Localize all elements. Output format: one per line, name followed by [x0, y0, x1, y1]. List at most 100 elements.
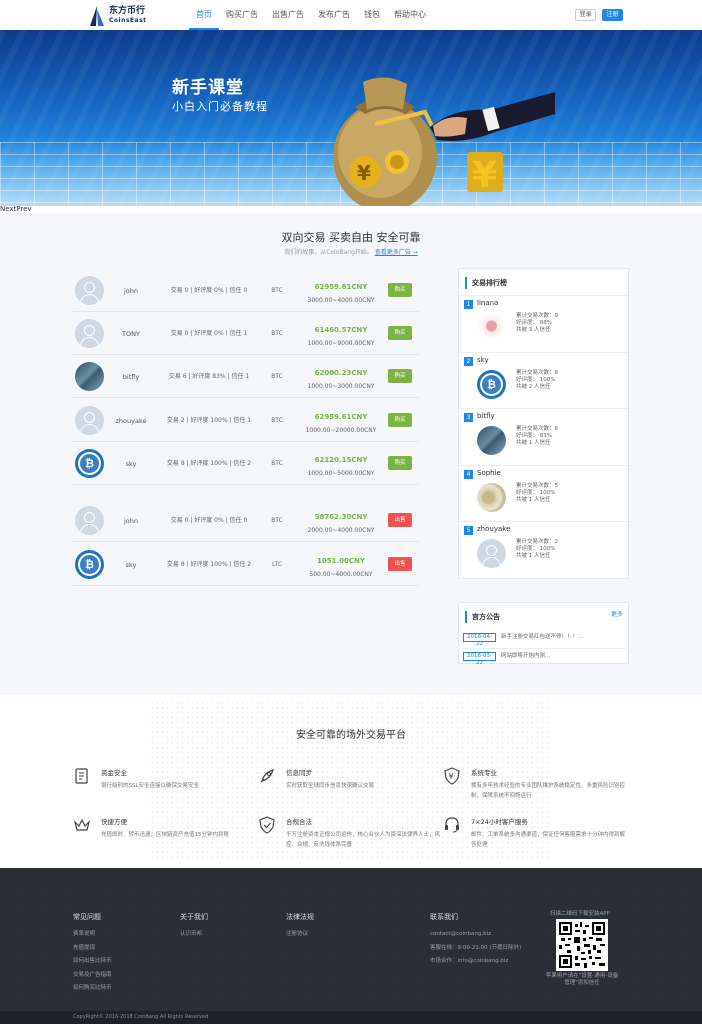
trading-subtitle: 我们的故事，从CoinBang开始。 查看更多广告 →	[284, 249, 418, 256]
rank-trades: 累计交易次数：6	[516, 426, 558, 432]
footer-link[interactable]: 充值提现	[73, 942, 112, 956]
copyright-bar: CopyRight© 2016-2018 CoinBang All Rights…	[0, 1011, 702, 1024]
buy-button[interactable]: 购买	[388, 413, 412, 427]
shield-yen-icon: ¥	[443, 767, 461, 785]
bitcoin-avatar-icon: ₿	[75, 550, 104, 579]
ad-username[interactable]: john	[111, 270, 151, 312]
rocket-icon	[258, 767, 276, 785]
svg-text:¥: ¥	[357, 161, 371, 185]
ranking-item[interactable]: 2 sky ₿ 累计交易次数：8 好评度： 100% 共被 2 人信任	[459, 352, 628, 409]
nav-help[interactable]: 帮助中心	[387, 0, 433, 30]
ad-user-stats: 交易 6 | 好评度 83% | 信任 1	[168, 373, 250, 380]
announcement-panel: 官方公告 更多 2018-04-22 新手注册交易红包送不停！！！... 201…	[458, 602, 629, 666]
rank-number: 3	[464, 413, 473, 422]
buy-button[interactable]: 购买	[388, 369, 412, 383]
rank-number: 4	[464, 470, 473, 479]
ad-row: ₿ sky 交易 8 | 好评度 100% | 信任 2 BTC 62120.15CNY…	[71, 443, 419, 485]
site-logo[interactable]: 东方币行 CoinsEast	[88, 5, 147, 27]
announcement-more-link[interactable]: 更多	[611, 609, 623, 618]
nav-buy-ads[interactable]: 购买广告	[219, 0, 265, 30]
ad-username[interactable]: TONY	[111, 313, 151, 355]
ad-username[interactable]: bitfly	[111, 356, 151, 398]
rank-username[interactable]: bitfly	[477, 412, 495, 420]
nav-post-ad[interactable]: 发布广告	[311, 0, 357, 30]
rank-trust: 共被 2 人信任	[516, 384, 551, 390]
ad-price: 62959.61CNY	[314, 413, 368, 421]
ad-row: john 交易 0 | 好评度 0% | 信任 0 BTC 62959.61CNY 30…	[71, 270, 419, 312]
ad-username[interactable]: john	[111, 500, 151, 542]
rank-rate: 好评度： 100%	[516, 546, 556, 552]
ad-limit-range: 1000.00~5000.00CNY	[307, 470, 375, 477]
hero-banner[interactable]: ¥ ¥ 新手课堂 小白入门必备教程	[0, 30, 702, 206]
default-user-avatar-icon	[75, 276, 104, 305]
ad-coin: BTC	[271, 330, 283, 337]
ranking-item[interactable]: 1 linana 累计交易次数：9 好评度： 88% 共被 3 人信任	[459, 295, 628, 352]
footer-link[interactable]: 如何购买比特币	[73, 982, 112, 996]
rank-number: 5	[464, 526, 473, 535]
ad-coin: LTC	[271, 561, 283, 568]
rank-username[interactable]: zhouyake	[477, 525, 510, 533]
trading-title: 双向交易 买卖自由 安全可靠	[281, 231, 421, 244]
footer-link[interactable]: 注册协议	[286, 928, 314, 942]
ad-price: 1051.00CNY	[317, 557, 365, 565]
buy-button[interactable]: 购买	[388, 456, 412, 470]
logo-title: 东方币行	[109, 6, 146, 16]
nav-wallet[interactable]: 钱包	[357, 0, 387, 30]
sell-button[interactable]: 出售	[388, 557, 412, 571]
sell-button[interactable]: 出售	[388, 513, 412, 527]
ad-price: 58762.30CNY	[314, 513, 368, 521]
ad-limit-range: 1000.00~20000.00CNY	[305, 427, 377, 434]
ad-coin: BTC	[271, 287, 283, 294]
document-icon	[73, 767, 91, 785]
copyright-text: CopyRight© 2016-2018 CoinBang All Rights…	[73, 1014, 209, 1020]
ad-coin: BTC	[271, 373, 283, 380]
buy-button[interactable]: 购买	[388, 326, 412, 340]
ad-username[interactable]: zhouyake	[111, 400, 151, 442]
user-photo-avatar	[477, 426, 506, 455]
announcement-item[interactable]: 2018-03-22 网站即将开始内测...	[463, 648, 626, 666]
ad-user-stats: 交易 8 | 好评度 100% | 信任 2	[166, 561, 252, 568]
ad-username[interactable]: sky	[111, 443, 151, 485]
rank-username[interactable]: Sophie	[477, 469, 501, 477]
default-user-avatar-icon	[75, 319, 104, 348]
qr-code-icon	[559, 922, 605, 968]
rank-trades: 累计交易次数：9	[516, 313, 558, 319]
main-nav: 首页 购买广告 出售广告 发布广告 钱包 帮助中心	[189, 0, 433, 30]
more-ads-link[interactable]: 查看更多广告 →	[375, 249, 418, 256]
rank-username[interactable]: sky	[477, 356, 489, 364]
svg-text:¥: ¥	[472, 155, 497, 196]
nav-home[interactable]: 首页	[189, 0, 219, 30]
announcement-item[interactable]: 2018-04-22 新手注册交易红包送不停！！！...	[463, 630, 626, 647]
buy-button[interactable]: 购买	[388, 283, 412, 297]
svg-text:¥: ¥	[449, 772, 454, 781]
register-button[interactable]: 注册	[602, 9, 623, 21]
ad-limit-range: 1000.00~3000.00CNY	[307, 383, 375, 390]
rank-rate: 好评度： 100%	[516, 490, 556, 496]
ad-username[interactable]: sky	[111, 544, 151, 586]
announcement-date: 2018-03-22	[463, 652, 496, 666]
nav-sell-ads[interactable]: 出售广告	[265, 0, 311, 30]
footer-link[interactable]: 交易及广告指南	[73, 969, 112, 983]
features-title: 安全可靠的场外交易平台	[296, 730, 406, 741]
ad-coin: BTC	[271, 517, 283, 524]
contact-email[interactable]: contact@coinbang.biz	[430, 928, 521, 942]
ranking-title: 交易排行榜	[465, 277, 507, 289]
footer-link[interactable]: 认识币邦	[180, 928, 208, 942]
footer-link[interactable]: 费率说明	[73, 928, 112, 942]
footer-link[interactable]: 如何出售比特币	[73, 955, 112, 969]
ranking-panel: 交易排行榜 1 linana 累计交易次数：9 好评度： 88% 共被 3 人信任 2 sk…	[458, 268, 629, 579]
ranking-item[interactable]: 4 Sophie 累计交易次数：5 好评度： 100% 共被 1 人信任	[459, 465, 628, 522]
login-button[interactable]: 登录	[575, 9, 596, 21]
carousel-nextprev[interactable]: NextPrev	[0, 205, 32, 213]
footer-col-about: 关于我们 认识币邦	[180, 912, 208, 942]
ranking-item[interactable]: 5 zhouyake 累计交易次数：2 好评度： 100% 共被 1 人信任	[459, 521, 628, 578]
rank-trades: 累计交易次数：8	[516, 370, 558, 376]
rank-number: 2	[464, 357, 473, 366]
ranking-item[interactable]: 3 bitfly 累计交易次数：6 好评度： 83% 共被 1 人信任	[459, 408, 628, 465]
footer-col-contact: 联系我们 contact@coinbang.biz 客服在线：9:00-21:0…	[430, 912, 521, 969]
rank-username[interactable]: linana	[477, 299, 498, 307]
rank-number: 1	[464, 300, 473, 309]
rank-rate: 好评度： 100%	[516, 377, 556, 383]
business-email[interactable]: 市场合作：info@coinbang.biz	[430, 955, 521, 969]
ad-user-stats: 交易 0 | 好评度 0% | 信任 0	[170, 287, 248, 294]
